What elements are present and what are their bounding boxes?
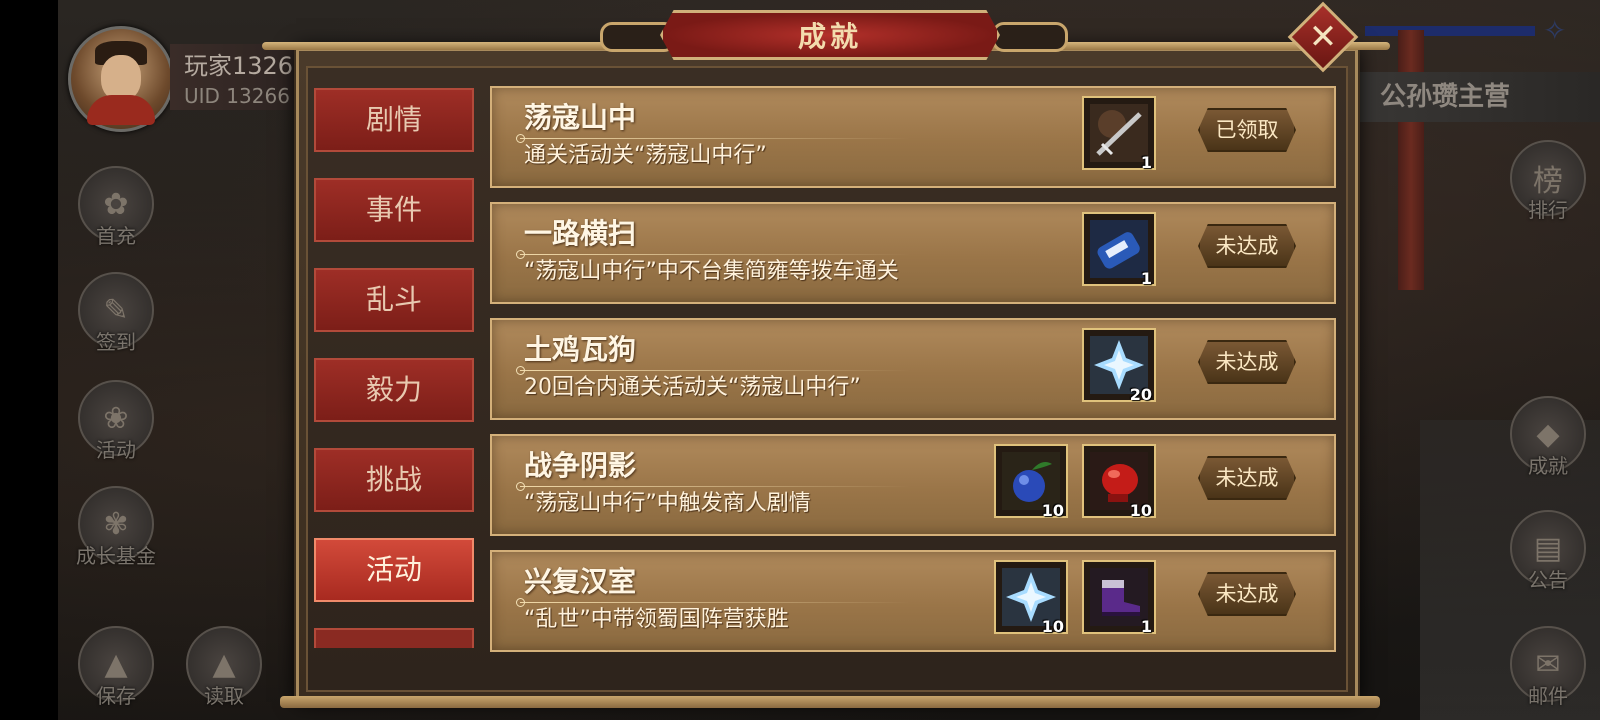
achievement-button[interactable]: ◆ 成就 <box>1508 396 1588 479</box>
achievement-row: 荡寇山中 通关活动关“荡寇山中行” 1 已领取 <box>490 86 1336 188</box>
tab-story[interactable]: 剧情 <box>314 88 474 152</box>
save-button[interactable]: ▲ 保存 <box>76 626 156 709</box>
not-achieved-button[interactable]: 未达成 <box>1198 456 1296 500</box>
purple-boot-icon <box>1090 568 1148 626</box>
notice-button[interactable]: ▤ 公告 <box>1508 510 1588 593</box>
achievement-row: 一路横扫 “荡寇山中行”中不台集简雍等拨车通关 1 未达成 <box>490 202 1336 304</box>
camp-title: 公孙瓒主营 <box>1340 72 1600 122</box>
reward-qty: 20 <box>1129 385 1152 404</box>
reward-slot[interactable]: 10 <box>994 560 1068 636</box>
achievement-desc: 20回合内通关活动关“荡寇山中行” <box>524 375 861 400</box>
ranking-button[interactable]: 榜 排行 <box>1508 140 1588 223</box>
tab-event[interactable]: 事件 <box>314 178 474 242</box>
achievement-name: 荡寇山中 <box>524 101 637 134</box>
pillar-decoration <box>1398 30 1424 290</box>
achievement-desc: “乱世”中带领蜀国阵营获胜 <box>524 607 789 632</box>
tab-activity[interactable]: 活动 <box>314 538 474 602</box>
reward-qty: 1 <box>1140 269 1152 288</box>
achievement-row: 兴复汉室 “乱世”中带领蜀国阵营获胜 10 1 未达成 <box>490 550 1336 652</box>
top-progress-bar <box>1365 26 1535 36</box>
reward-slot[interactable]: 10 <box>994 444 1068 520</box>
modal-title: 成就 <box>797 20 862 53</box>
tab-melee[interactable]: 乱斗 <box>314 268 474 332</box>
not-achieved-button[interactable]: 未达成 <box>1198 572 1296 616</box>
scroll-icon <box>1090 220 1148 278</box>
tab-perseverance[interactable]: 毅力 <box>314 358 474 422</box>
achievement-desc: “荡寇山中行”中触发商人剧情 <box>524 491 811 516</box>
reward-slot[interactable]: 1 <box>1082 212 1156 288</box>
achievement-name: 土鸡瓦狗 <box>524 333 637 366</box>
reward-slot[interactable]: 1 <box>1082 96 1156 172</box>
reward-qty: 10 <box>1129 501 1152 520</box>
achievement-desc: 通关活动关“荡寇山中行” <box>524 143 767 168</box>
reward-qty: 10 <box>1041 617 1064 636</box>
close-icon[interactable]: ✕ <box>1298 12 1348 62</box>
achievement-desc: “荡寇山中行”中不台集简雍等拨车通关 <box>524 259 899 284</box>
mail-button[interactable]: ✉ 邮件 <box>1508 626 1588 709</box>
event-button[interactable]: ❀ 活动 <box>76 380 156 463</box>
achievement-row: 土鸡瓦狗 20回合内通关活动关“荡寇山中行” 20 未达成 <box>490 318 1336 420</box>
reward-qty: 1 <box>1140 153 1152 172</box>
achievement-row: 战争阴影 “荡寇山中行”中触发商人剧情 10 10 未达成 <box>490 434 1336 536</box>
not-achieved-button[interactable]: 未达成 <box>1198 340 1296 384</box>
tab-challenge[interactable]: 挑战 <box>314 448 474 512</box>
load-button[interactable]: ▲ 读取 <box>184 626 264 709</box>
modal-bottom-rail <box>280 696 1380 708</box>
not-achieved-button[interactable]: 未达成 <box>1198 224 1296 268</box>
achievement-name: 一路横扫 <box>524 217 637 250</box>
player-avatar[interactable] <box>68 26 174 132</box>
claimed-button[interactable]: 已领取 <box>1198 108 1296 152</box>
wing-icon: ✧ <box>1543 14 1567 47</box>
tab-partial[interactable] <box>314 628 474 648</box>
reward-slot[interactable]: 20 <box>1082 328 1156 404</box>
title-ornament-right <box>992 22 1068 52</box>
growth-fund-button[interactable]: ✾ 成长基金 <box>76 486 156 569</box>
modal-title-plate: 成就 <box>660 10 1000 60</box>
achievement-name: 兴复汉室 <box>524 565 637 598</box>
first-recharge-button[interactable]: ✿ 首充 <box>76 166 156 249</box>
left-letterbox <box>0 0 58 720</box>
checkin-button[interactable]: ✎ 签到 <box>76 272 156 355</box>
reward-qty: 1 <box>1140 617 1152 636</box>
reward-slot[interactable]: 1 <box>1082 560 1156 636</box>
sword-icon <box>1090 104 1148 162</box>
achievement-name: 战争阴影 <box>524 449 637 482</box>
achievement-list[interactable]: 荡寇山中 通关活动关“荡寇山中行” 1 已领取 一路横扫 “荡寇山中行”中不台集… <box>490 86 1338 656</box>
reward-qty: 10 <box>1041 501 1064 520</box>
reward-slot[interactable]: 10 <box>1082 444 1156 520</box>
